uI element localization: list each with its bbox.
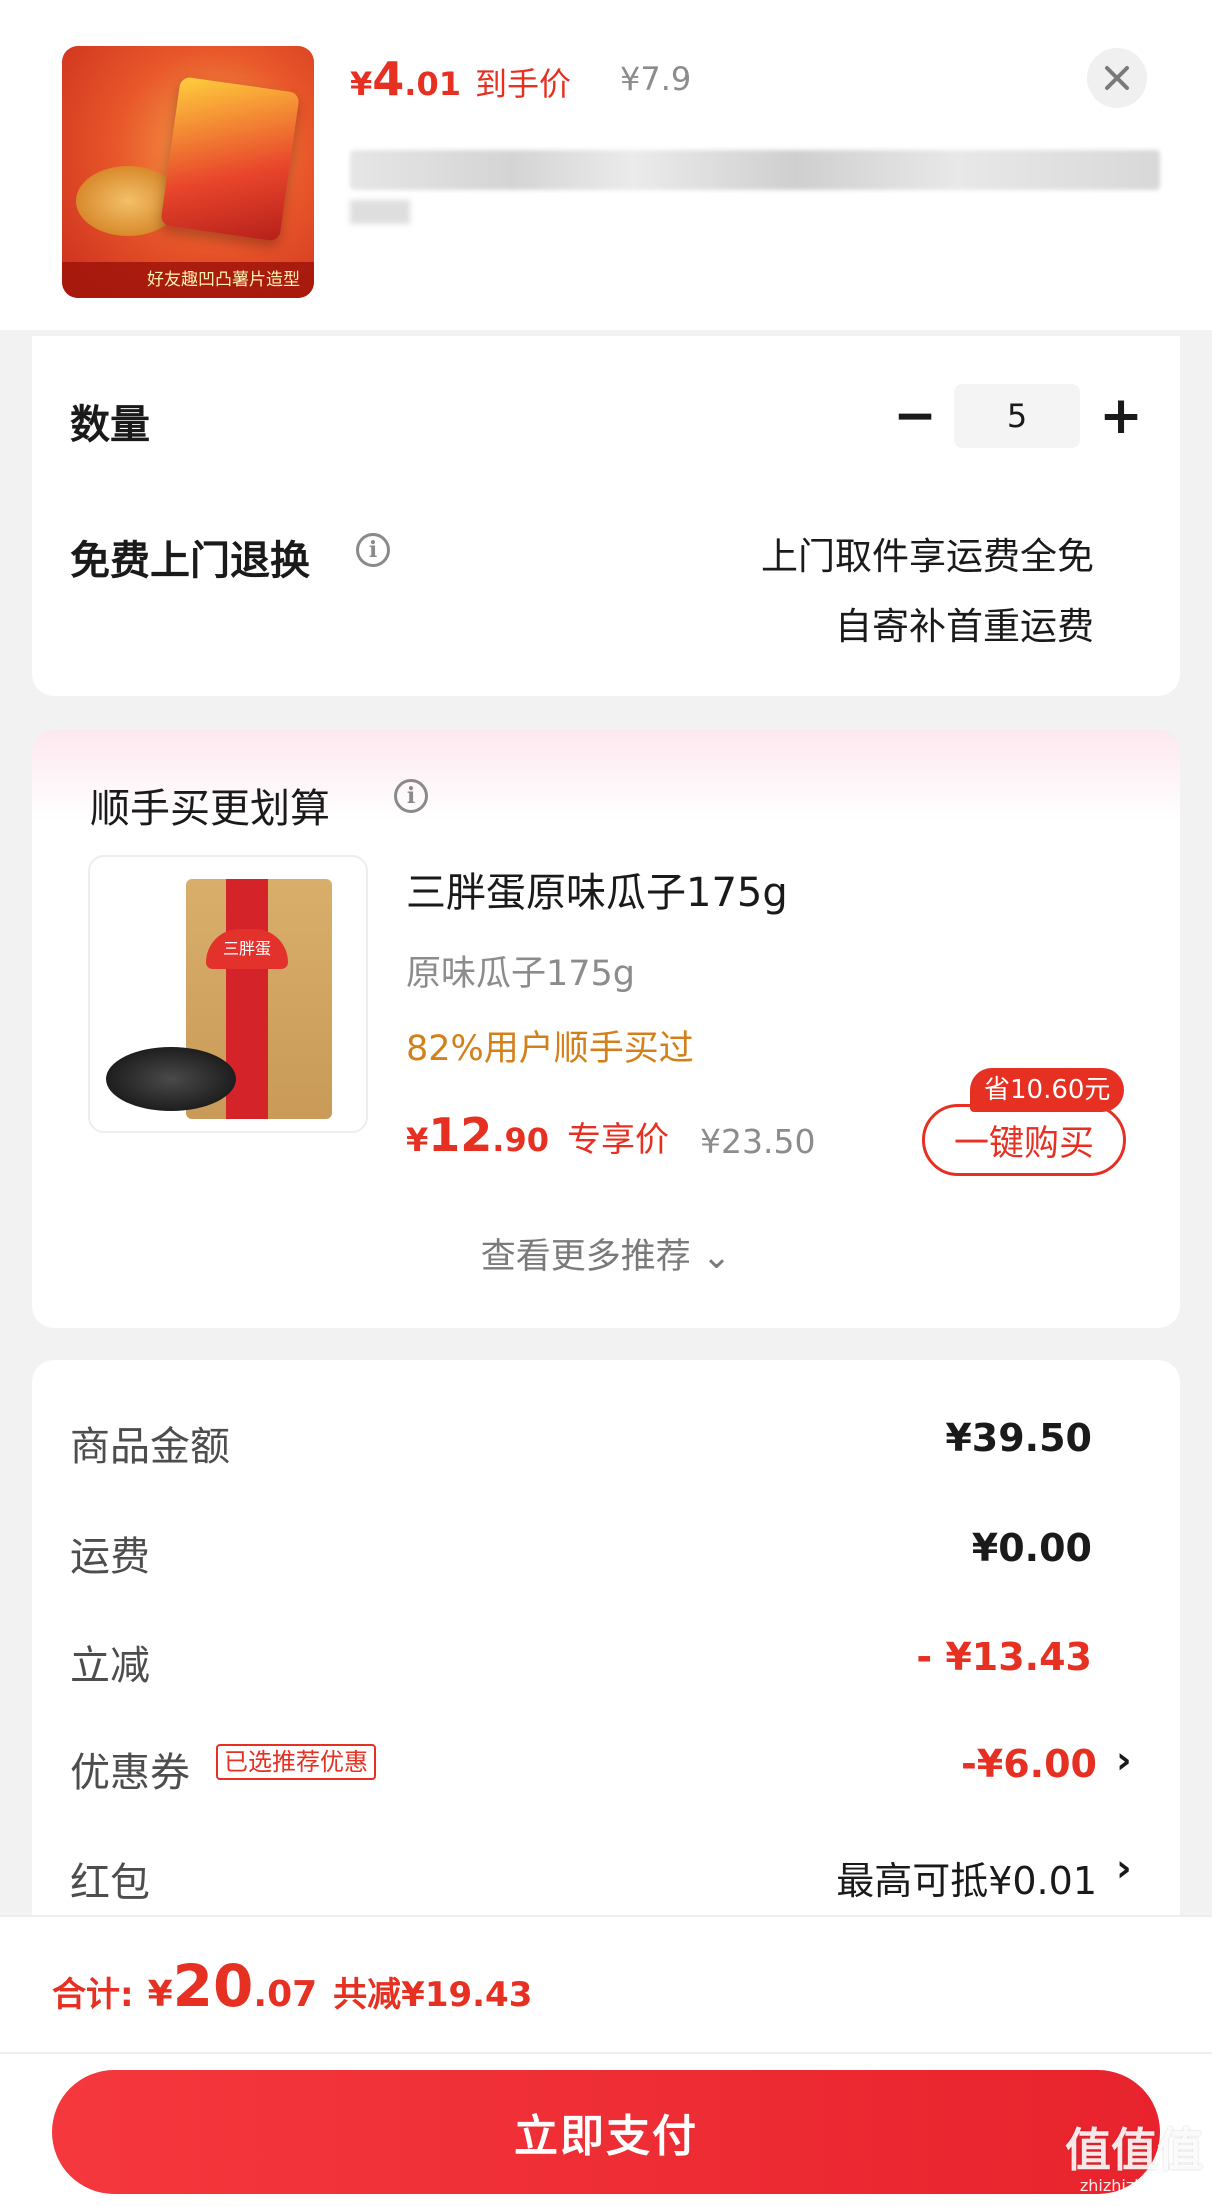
instant-discount-label: 立减	[70, 1643, 150, 1689]
shipping-value: ¥0.00	[971, 1526, 1092, 1570]
more-recommendations-link[interactable]: 查看更多推荐 ⌄	[0, 1228, 1212, 1279]
price-currency: ¥	[350, 65, 373, 103]
goods-amount-label: 商品金额	[70, 1424, 230, 1470]
final-price: ¥ 4 .01 到手价	[350, 52, 571, 106]
coupon-selected-tag: 已选推荐优惠	[216, 1744, 376, 1780]
upsell-social-hint: 82%用户顺手买过	[406, 1029, 694, 1069]
returns-label: 免费上门退换	[70, 538, 310, 584]
upsell-price: ¥ 12 .90 专享价	[406, 1108, 669, 1162]
total-saved: 共减¥19.43	[333, 1975, 533, 2015]
total-currency: ¥	[147, 1974, 173, 2015]
price-integer: 12	[428, 1108, 493, 1162]
price-currency: ¥	[406, 1121, 429, 1159]
total-label: 合计:	[52, 1975, 134, 2015]
upsell-section-title: 顺手买更划算	[90, 786, 330, 832]
price-decimal: .90	[492, 1121, 549, 1159]
upsell-product-title[interactable]: 三胖蛋原味瓜子175g	[406, 860, 788, 918]
close-icon	[1105, 66, 1129, 90]
price-integer: 4	[372, 52, 405, 106]
upsell-product-spec: 原味瓜子175g	[406, 954, 636, 994]
watermark-url: zhizhizhi.com	[1079, 2176, 1189, 2195]
close-button[interactable]	[1087, 48, 1147, 108]
returns-self-ship-text: 自寄补首重运费	[835, 605, 1094, 648]
total-decimal: .07	[253, 1974, 318, 2015]
product-thumbnail[interactable]: 好友趣凹凸薯片造型	[62, 46, 314, 298]
quantity-increase-button[interactable]: +	[1096, 390, 1146, 442]
watermark-logo: 值值值	[1065, 2123, 1203, 2177]
price-tag: 到手价	[474, 65, 571, 103]
instant-discount-value: - ¥13.43	[916, 1635, 1092, 1679]
shipping-label: 运费	[70, 1534, 150, 1580]
price-tag: 专享价	[566, 1120, 669, 1160]
quantity-input[interactable]: 5	[954, 384, 1080, 448]
one-click-buy-button[interactable]: 一键购买	[922, 1104, 1126, 1176]
chip-bag-image	[160, 76, 300, 242]
site-watermark: 值值值 zhizhizhi.com	[1060, 2124, 1208, 2204]
quantity-decrease-button[interactable]: −	[890, 390, 940, 442]
blurred-product-options	[350, 150, 1160, 190]
blurred-option-fragment	[350, 200, 410, 224]
save-amount-badge: 省10.60元	[970, 1068, 1125, 1112]
pay-now-button[interactable]: 立即支付	[52, 2070, 1160, 2194]
order-total: 合计: ¥ 20 .07 共减¥19.43	[52, 1952, 532, 2020]
red-packet-value[interactable]: 最高可抵¥0.01	[836, 1850, 1097, 1905]
coupon-value[interactable]: -¥6.00	[961, 1742, 1097, 1786]
returns-pickup-text: 上门取件享运费全免	[761, 535, 1094, 578]
total-integer: 20	[172, 1952, 254, 2020]
red-packet-chevron-icon[interactable]: ›	[1116, 1846, 1132, 1890]
price-decimal: .01	[404, 65, 461, 103]
quantity-label: 数量	[70, 402, 150, 448]
divider	[0, 2052, 1212, 2054]
thumbnail-caption: 好友趣凹凸薯片造型	[62, 262, 314, 298]
sunflower-seeds-image	[106, 1047, 236, 1111]
info-icon[interactable]: i	[394, 779, 428, 813]
original-price: ¥7.9	[620, 60, 692, 98]
goods-amount-value: ¥39.50	[945, 1416, 1092, 1460]
coupon-label: 优惠券	[70, 1750, 190, 1796]
upsell-original-price: ¥23.50	[700, 1122, 816, 1161]
upsell-product-image[interactable]: 三胖蛋	[88, 855, 368, 1133]
info-icon[interactable]: i	[356, 533, 390, 567]
coupon-chevron-icon[interactable]: ›	[1116, 1738, 1132, 1782]
red-packet-label: 红包	[70, 1860, 150, 1906]
